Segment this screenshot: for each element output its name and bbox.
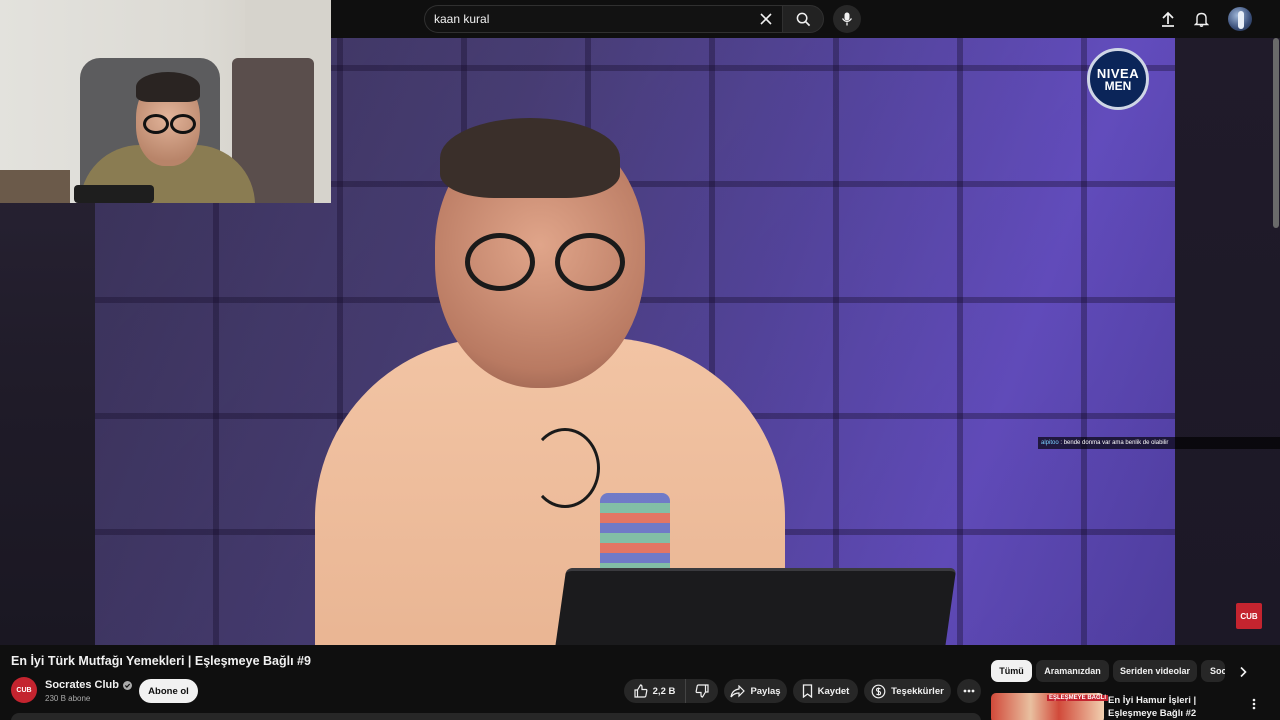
share-icon — [730, 684, 746, 697]
search-input[interactable] — [434, 6, 754, 32]
clear-search-button[interactable] — [756, 9, 776, 29]
recommendation-thumbnail-label: EŞLEŞMEYE BAĞLI — [1047, 695, 1109, 701]
upload-button[interactable] — [1158, 9, 1178, 29]
sponsor-logo-line2: MEN — [1104, 78, 1132, 93]
video-title: En İyi Türk Mutfağı Yemekleri | Eşleşmey… — [11, 654, 311, 668]
sponsor-logo-line1: NIVEA — [1096, 65, 1140, 81]
channel-name[interactable]: Socrates Club — [45, 679, 119, 691]
webcam-microphone — [74, 185, 154, 203]
like-dislike-group: 2,2 B — [624, 679, 718, 703]
mic-icon — [841, 12, 853, 26]
thumbs-up-icon — [634, 684, 648, 698]
video-person-hair — [440, 118, 620, 198]
channel-watermark[interactable]: CUB — [1236, 603, 1262, 629]
webcam-person-glasses — [140, 114, 198, 136]
lavalier-mic — [530, 428, 600, 508]
thanks-button[interactable]: Teşekkürler — [864, 679, 951, 703]
bell-icon — [1193, 12, 1209, 27]
search-bar — [424, 5, 824, 33]
recommendation-title[interactable]: En İyi Hamur İşleri | Eşleşmeye Bağlı #2 — [1108, 694, 1243, 720]
subscribe-button[interactable]: Abone ol — [139, 679, 198, 703]
chip-series[interactable]: Seriden videolar — [1113, 660, 1197, 682]
chat-username: alpitoo — [1041, 440, 1059, 446]
sponsor-logo: NIVEA MEN — [1087, 48, 1149, 110]
chip-from-search[interactable]: Aramanızdan — [1036, 660, 1109, 682]
upload-icon — [1162, 11, 1174, 27]
recommendation-menu-button[interactable] — [1246, 696, 1262, 712]
more-horizontal-icon — [963, 689, 975, 693]
webcam-lens-right — [170, 114, 196, 134]
channel-avatar[interactable]: CUB — [11, 677, 37, 703]
voice-search-button[interactable] — [833, 5, 861, 33]
glasses-lens-right — [555, 233, 625, 291]
chip-channel[interactable]: Socrates Club — [1201, 660, 1225, 682]
chips-next-button[interactable] — [1234, 663, 1252, 681]
search-icon — [796, 12, 810, 26]
subscriber-count: 230 B abone — [45, 694, 91, 703]
save-button[interactable]: Kaydet — [793, 679, 858, 703]
webcam-person-hair — [136, 72, 200, 102]
glasses-lens-left — [465, 233, 535, 291]
like-button[interactable]: 2,2 B — [624, 679, 686, 703]
chat-overlay: alpitoo : bende donma var ama benlik de … — [1038, 437, 1280, 449]
thanks-icon — [871, 684, 886, 698]
channel-name-row[interactable]: Socrates Club — [45, 679, 132, 691]
search-button[interactable] — [782, 5, 824, 33]
notifications-button[interactable] — [1191, 9, 1211, 29]
save-label: Kaydet — [817, 685, 850, 697]
dislike-button[interactable] — [686, 679, 718, 703]
video-person-glasses — [455, 233, 635, 293]
more-actions-button[interactable] — [957, 679, 981, 703]
scrollbar-thumb[interactable] — [1273, 38, 1279, 228]
description-box[interactable] — [11, 713, 981, 720]
video-letterbox-right — [1175, 38, 1280, 645]
webcam-overlay — [0, 0, 331, 203]
account-avatar[interactable] — [1228, 7, 1252, 31]
share-label: Paylaş — [750, 685, 781, 697]
close-icon — [760, 13, 772, 25]
share-button[interactable]: Paylaş — [724, 679, 787, 703]
tablet-device — [553, 568, 957, 645]
bookmark-icon — [802, 684, 812, 698]
webcam-lens-left — [143, 114, 169, 134]
chevron-right-icon — [1240, 666, 1247, 678]
thanks-label: Teşekkürler — [891, 685, 944, 697]
chip-all[interactable]: Tümü — [991, 660, 1032, 682]
page-scrollbar[interactable] — [1272, 38, 1280, 228]
webcam-shelf — [0, 170, 70, 203]
more-vertical-icon — [1252, 698, 1256, 710]
thumbs-down-icon — [695, 684, 709, 698]
verified-icon — [122, 680, 132, 690]
like-count: 2,2 B — [652, 685, 676, 697]
search-box — [424, 5, 782, 33]
chat-message: bende donma var ama benlik de olabilir — [1063, 440, 1169, 446]
